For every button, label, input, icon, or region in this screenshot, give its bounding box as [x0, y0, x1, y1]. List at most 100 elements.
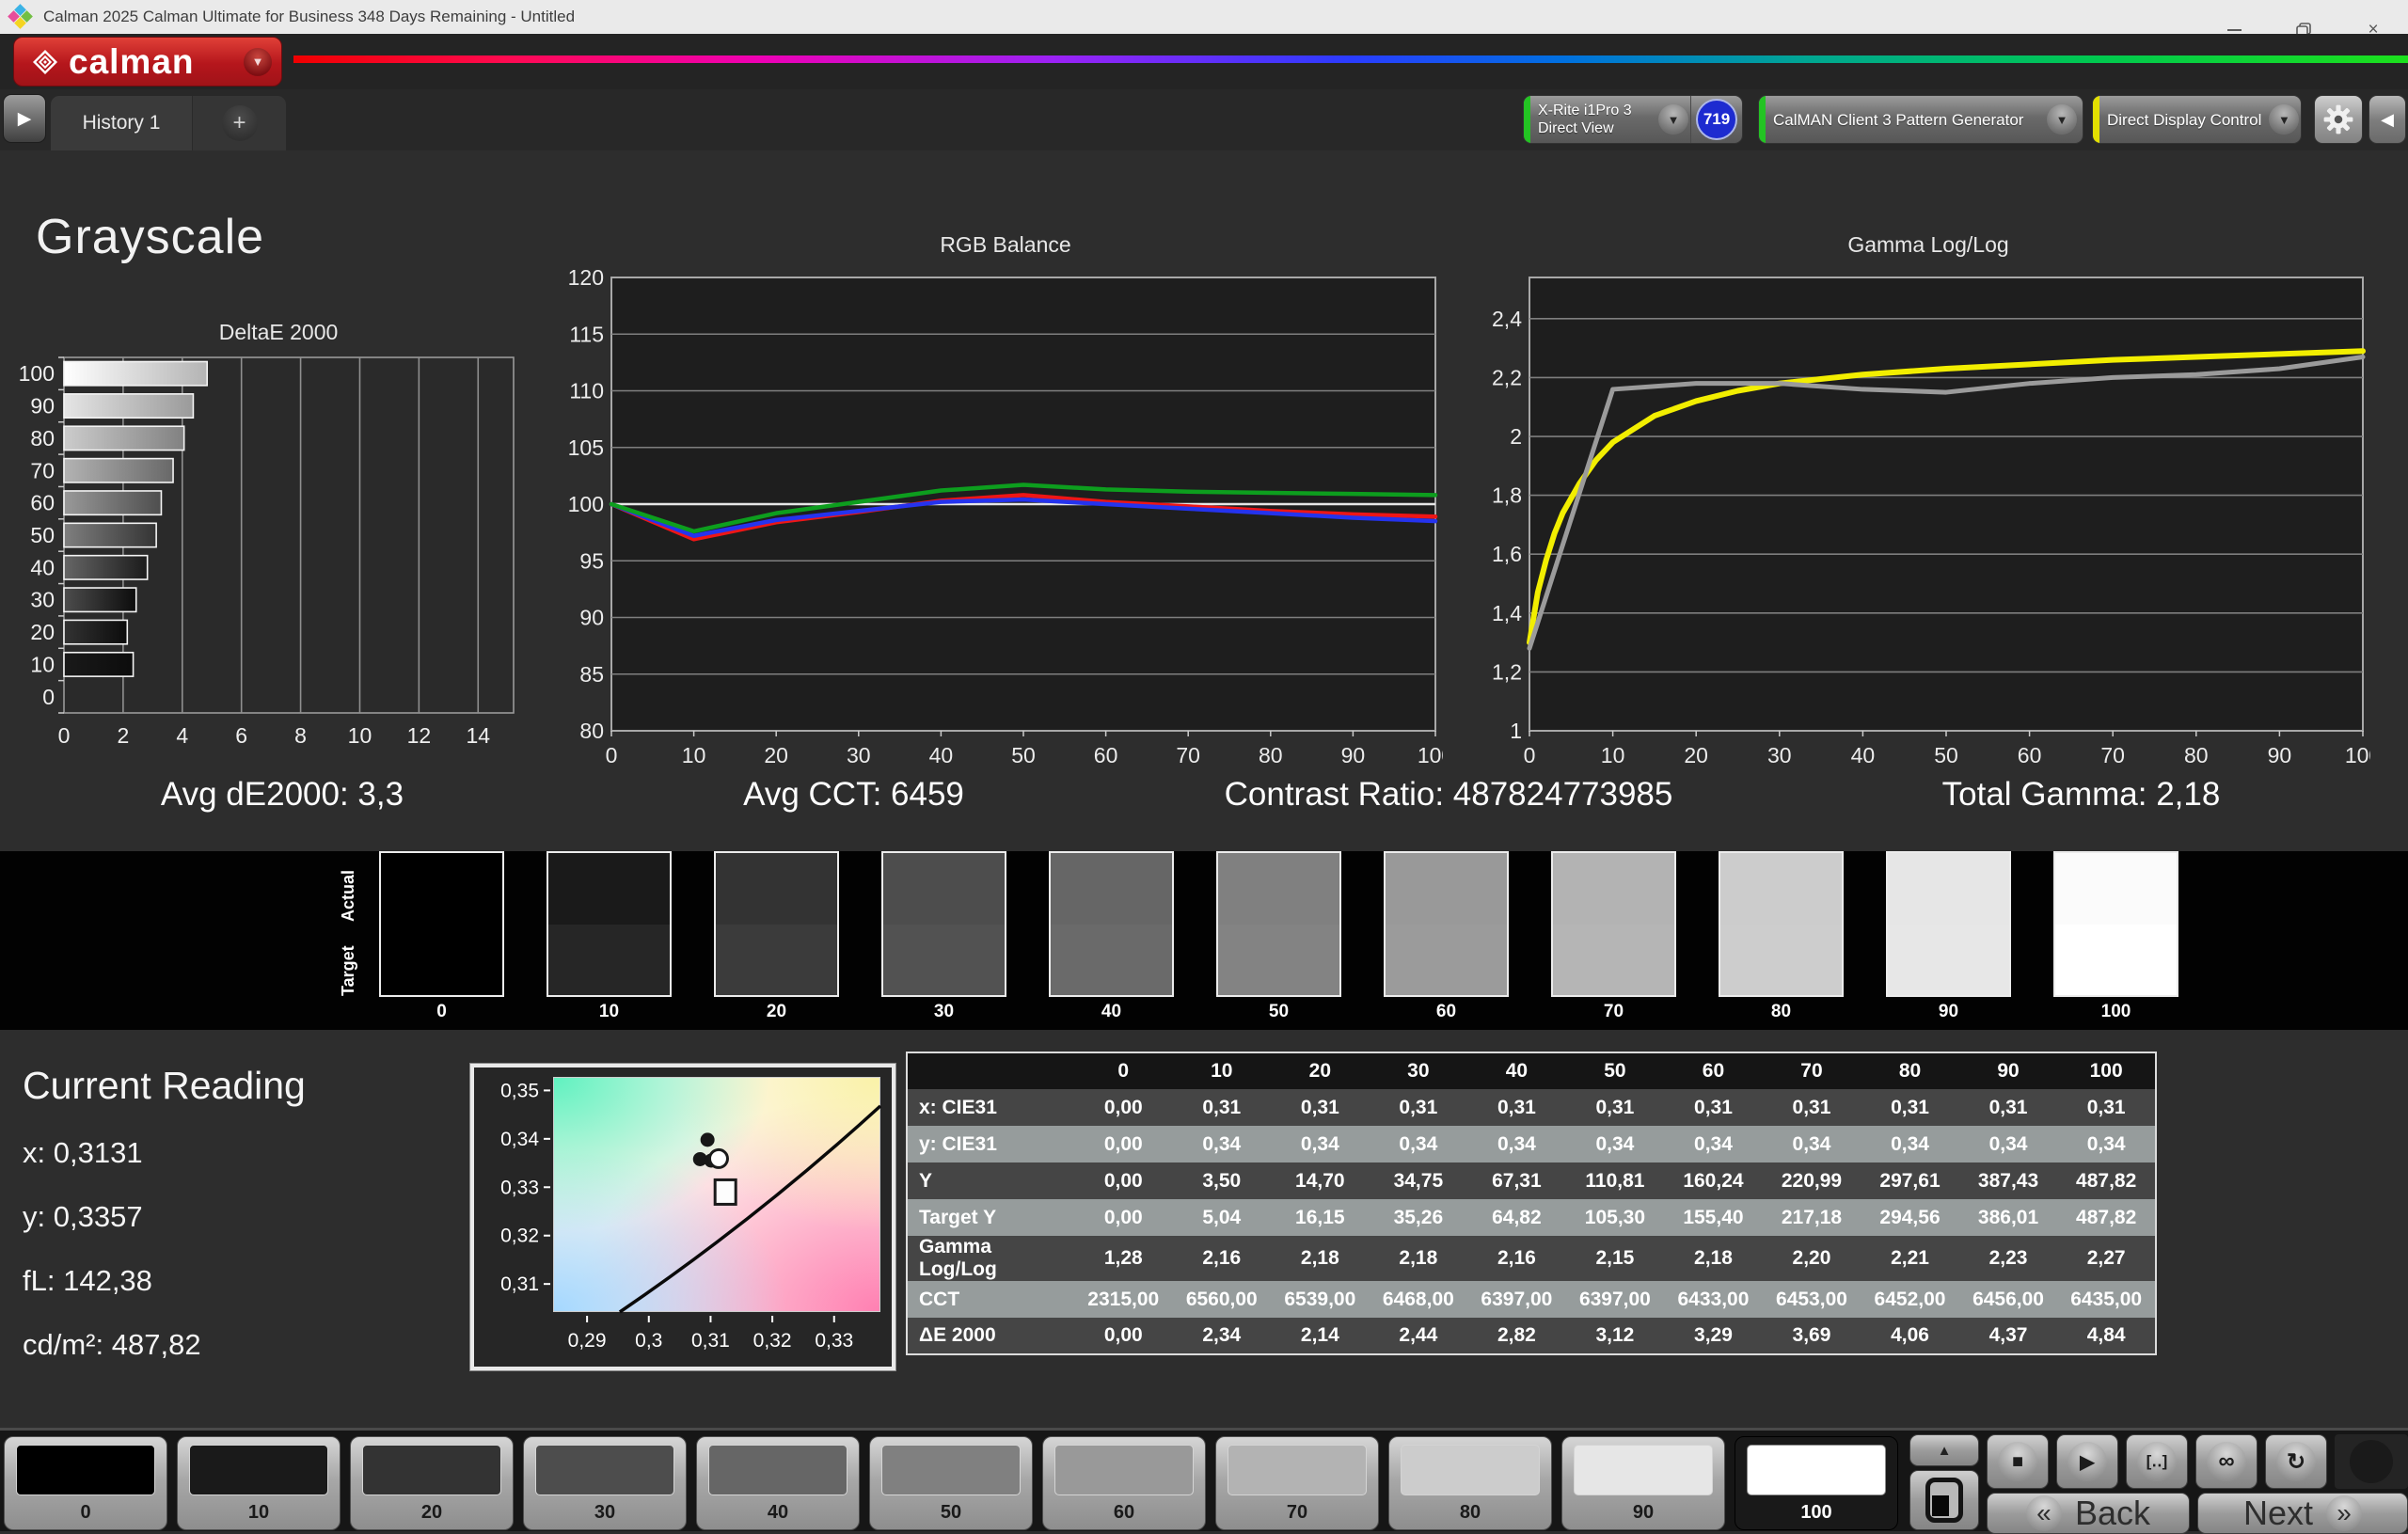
table-row-label: Target Y: [907, 1199, 1074, 1236]
pattern-window-button[interactable]: [1909, 1470, 1979, 1530]
table-cell: 220,99: [1763, 1162, 1861, 1199]
table-cell: 3,69: [1763, 1318, 1861, 1354]
pattern-generator-dropdown[interactable]: CalMAN Client 3 Pattern Generator ▼: [1758, 95, 2083, 144]
calman-logo-button[interactable]: calman ▼: [13, 37, 282, 87]
table-cell: 4,06: [1861, 1318, 1959, 1354]
swatch-actual-half: [1051, 853, 1172, 925]
svg-text:100: 100: [2345, 743, 2370, 767]
table-header-cell: 70: [1763, 1052, 1861, 1089]
reading-label: y:: [23, 1200, 45, 1233]
meter-count-badge[interactable]: 719: [1696, 99, 1737, 140]
table-row-label: ΔE 2000: [907, 1318, 1074, 1354]
table-cell: 0,31: [1370, 1089, 1468, 1126]
deltae-chart-svg: 100908070605040302010002468101214: [15, 352, 542, 756]
minimize-icon: [2227, 29, 2242, 31]
svg-text:1,2: 1,2: [1492, 659, 1522, 684]
pattern-level-button-100[interactable]: 100: [1735, 1436, 1898, 1530]
reading-x: x: 0,3131: [23, 1136, 306, 1170]
swatch-box: [1049, 851, 1174, 997]
pattern-level-button-10[interactable]: 10: [177, 1436, 341, 1530]
svg-text:60: 60: [1094, 743, 1118, 767]
table-cell: 387,43: [1959, 1162, 2058, 1199]
logo-dropdown-caret-icon[interactable]: ▼: [244, 48, 272, 76]
back-button[interactable]: « Back: [1987, 1493, 2190, 1534]
table-cell: 0,34: [1861, 1126, 1959, 1162]
svg-text:80: 80: [30, 426, 55, 451]
gamma-chart: Gamma Log/Log 11,21,41,61,822,22,4010203…: [1486, 232, 2370, 777]
infinity-icon: ∞: [2207, 1442, 2246, 1481]
svg-text:20: 20: [764, 743, 788, 767]
pattern-level-label: 100: [1735, 1502, 1897, 1524]
add-tab-button[interactable]: +: [192, 96, 286, 150]
table-cell: 0,34: [1566, 1126, 1665, 1162]
table-row-label: y: CIE31: [907, 1126, 1074, 1162]
swatch-actual-half: [1553, 853, 1674, 925]
swatch-actual-half: [2055, 853, 2177, 925]
swatch-box: [2053, 851, 2178, 997]
pattern-level-button-50[interactable]: 50: [869, 1436, 1033, 1530]
table-cell: 2,34: [1173, 1318, 1272, 1354]
svg-text:95: 95: [579, 548, 604, 573]
grayscale-swatch: 50: [1216, 851, 1341, 1022]
collapse-panel-button[interactable]: ◀: [2368, 95, 2406, 144]
calman-logo-text: calman: [69, 42, 195, 82]
pattern-up-button[interactable]: ▲: [1909, 1434, 1979, 1466]
swatch-label: 70: [1551, 1002, 1676, 1022]
svg-text:1,6: 1,6: [1492, 542, 1522, 566]
table-cell: 6560,00: [1173, 1281, 1272, 1318]
pattern-level-button-80[interactable]: 80: [1388, 1436, 1552, 1530]
pattern-level-button-20[interactable]: 20: [350, 1436, 514, 1530]
play-button[interactable]: ▶: [2056, 1434, 2118, 1489]
swatch-target-half: [381, 925, 502, 996]
grayscale-swatch: 80: [1719, 851, 1844, 1022]
table-header-cell: 0: [1074, 1052, 1173, 1089]
pattern-level-button-0[interactable]: 0: [4, 1436, 167, 1530]
chevron-down-icon: ▼: [2047, 104, 2077, 134]
history-expander-button[interactable]: ▶: [3, 94, 46, 143]
table-cell: 0,31: [1467, 1089, 1566, 1126]
table-cell: 0,31: [1763, 1089, 1861, 1126]
meter-dropdown[interactable]: X-Rite i1Pro 3 Direct View ▼ 719: [1523, 95, 1743, 144]
table-cell: 0,31: [1173, 1089, 1272, 1126]
refresh-button[interactable]: ↻: [2265, 1434, 2327, 1489]
pattern-level-button-90[interactable]: 90: [1561, 1436, 1725, 1530]
tab-history-1[interactable]: History 1: [51, 96, 192, 150]
table-cell: 217,18: [1763, 1199, 1861, 1236]
grayscale-swatch: 100: [2053, 851, 2178, 1022]
display-control-dropdown[interactable]: Direct Display Control ▼: [2092, 95, 2302, 144]
next-label: Next: [2243, 1494, 2313, 1533]
actual-row-label: Actual: [339, 859, 363, 932]
swatch-actual-half: [716, 853, 837, 925]
chevron-right-icon: ▶: [18, 108, 32, 130]
swatch-target-half: [2055, 925, 2177, 996]
range-button[interactable]: [‥]: [2126, 1434, 2188, 1489]
pattern-level-button-40[interactable]: 40: [696, 1436, 860, 1530]
loop-button[interactable]: ∞: [2195, 1434, 2258, 1489]
swatch-strip: Actual Target 0102030405060708090100: [0, 851, 2408, 1030]
svg-text:0,29: 0,29: [568, 1330, 607, 1352]
svg-text:100: 100: [19, 361, 55, 386]
calman-logo-icon: [29, 46, 61, 78]
svg-text:115: 115: [569, 322, 604, 346]
svg-text:85: 85: [579, 662, 604, 687]
measurement-table: 0102030405060708090100 x: CIE310,000,310…: [906, 1052, 2157, 1355]
chart-title: Gamma Log/Log: [1486, 232, 2370, 264]
table-cell: 6456,00: [1959, 1281, 2058, 1318]
stop-button[interactable]: ■: [1987, 1434, 2049, 1489]
pattern-level-button-60[interactable]: 60: [1042, 1436, 1206, 1530]
svg-text:30: 30: [1767, 743, 1792, 767]
table-cell: 6397,00: [1467, 1281, 1566, 1318]
svg-text:20: 20: [30, 620, 55, 644]
table-cell: 0,34: [1467, 1126, 1566, 1162]
svg-text:50: 50: [30, 523, 55, 547]
pattern-level-label: 0: [5, 1502, 166, 1524]
table-cell: 155,40: [1664, 1199, 1763, 1236]
pattern-level-button-30[interactable]: 30: [523, 1436, 687, 1530]
table-cell: 0,00: [1074, 1318, 1173, 1354]
cie-chart-panel: 0,310,320,330,340,350,290,30,310,320,33: [470, 1064, 895, 1370]
pattern-level-button-70[interactable]: 70: [1215, 1436, 1379, 1530]
settings-button[interactable]: [2314, 95, 2363, 144]
next-button[interactable]: Next »: [2197, 1493, 2408, 1534]
svg-text:0,3: 0,3: [635, 1330, 662, 1352]
table-cell: 3,12: [1566, 1318, 1665, 1354]
